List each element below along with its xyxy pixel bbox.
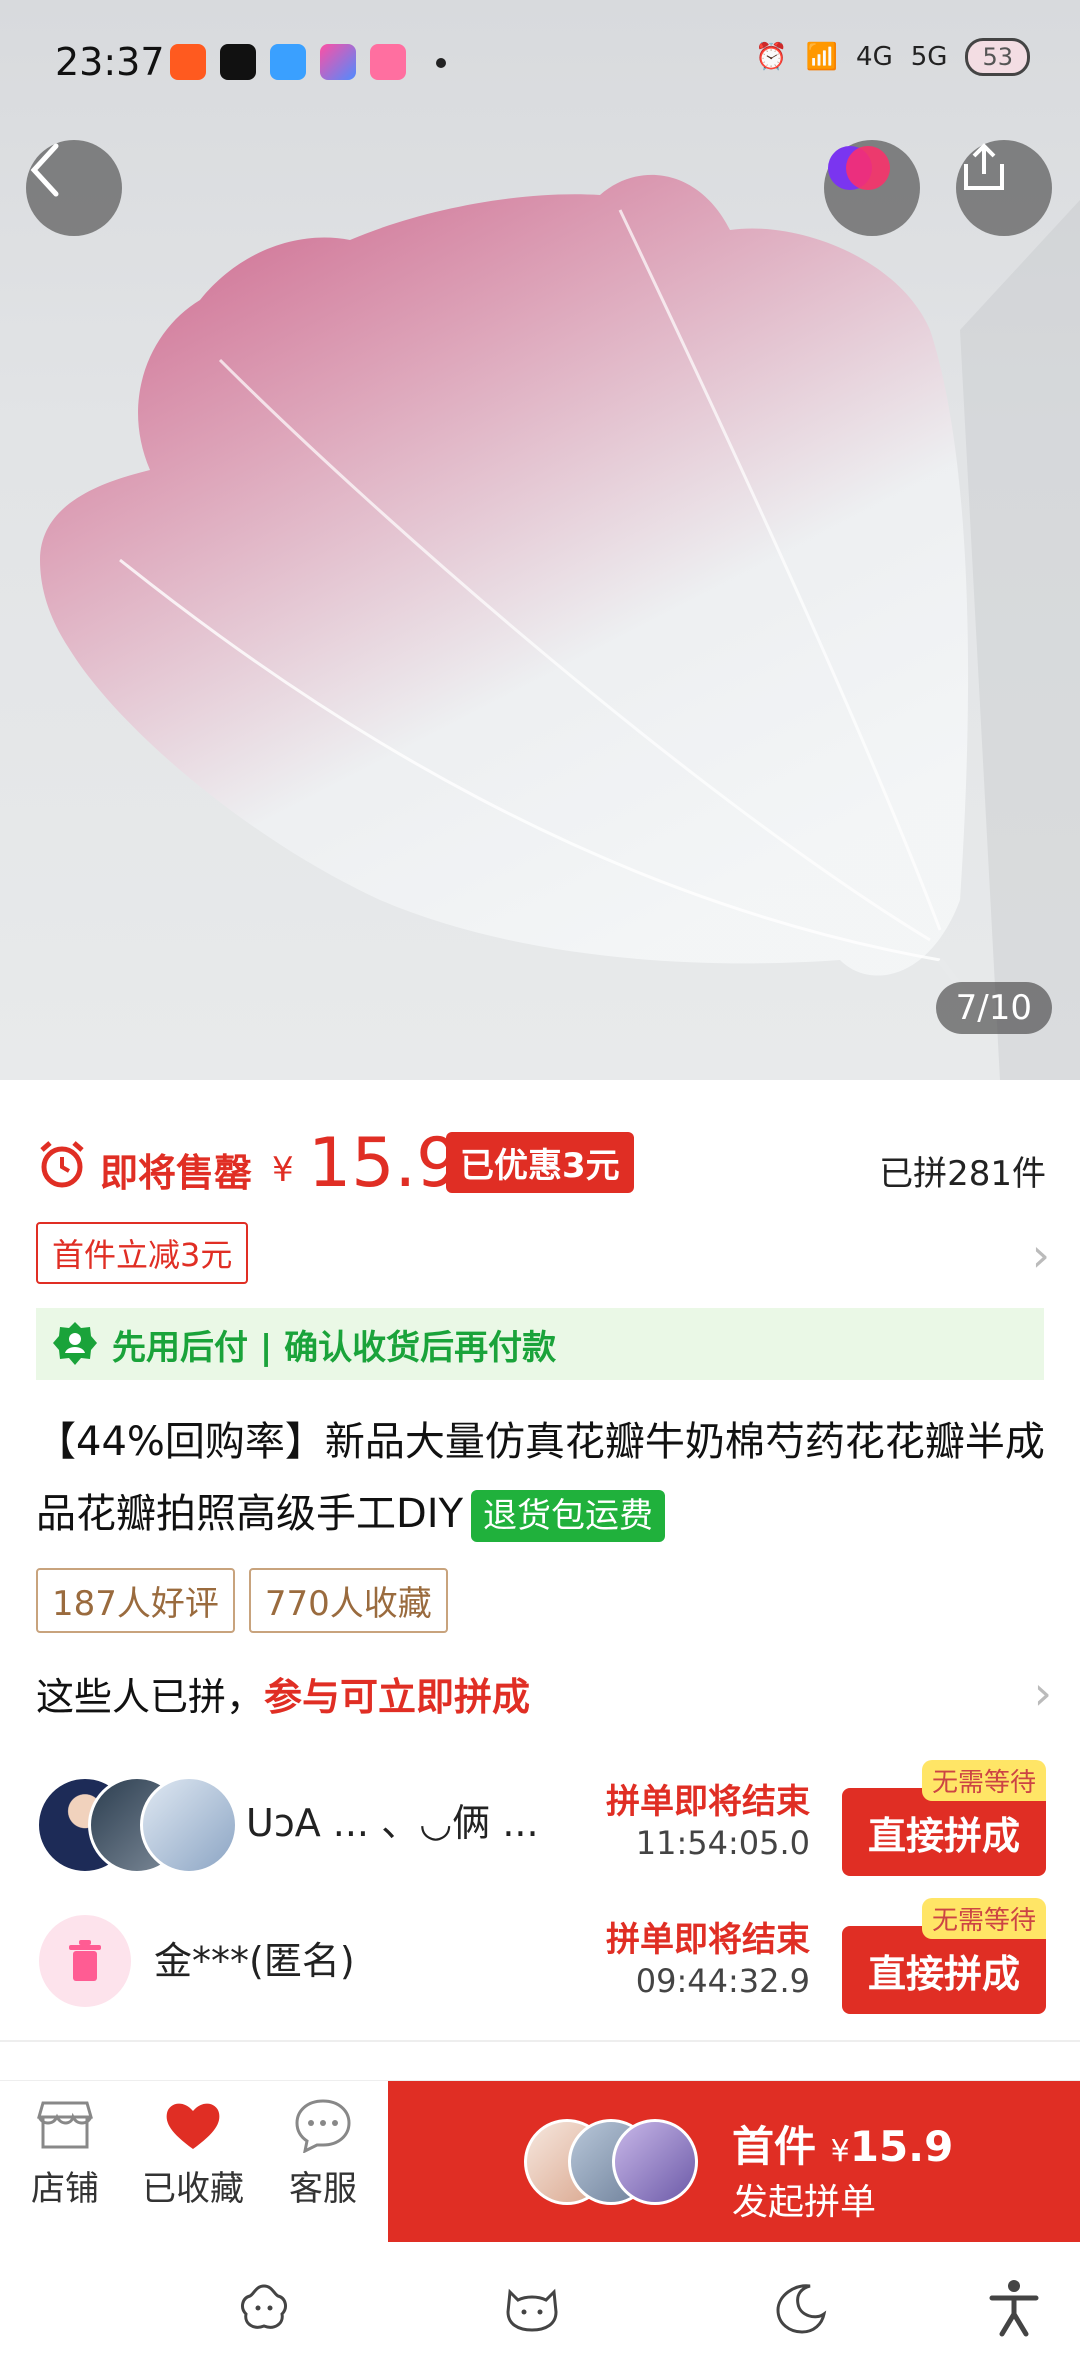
clock: 23:37	[55, 40, 165, 84]
bilibili-icon	[370, 44, 406, 80]
browser-icon	[270, 44, 306, 80]
sell-out-soon-label: 即将售罄	[100, 1151, 253, 1195]
no-wait-badge: 无需等待	[921, 1898, 1046, 1939]
back-chevron-icon	[30, 143, 59, 197]
trash-avatar-icon	[69, 1940, 101, 1981]
first-item-discount-tag[interactable]: 首件立减3元	[36, 1222, 249, 1284]
favorite-button[interactable]: 已收藏	[128, 2097, 258, 2210]
no-wait-badge: 无需等待	[921, 1760, 1046, 1801]
join-group-button[interactable]: 直接拼成	[842, 1788, 1046, 1876]
group-ending-label: 拼单即将结束	[606, 1782, 810, 1822]
price-amount: 15.9	[308, 1124, 460, 1203]
group-buy-row: UↄA ... 、◡俩 ... 拼单即将结束 11:54:05.0 直接拼成 无…	[36, 1760, 1046, 1876]
product-image[interactable]: 7/10	[0, 0, 1080, 1080]
petal-illustration	[40, 174, 1080, 1080]
moon-clock-icon[interactable]	[770, 2278, 830, 2338]
price-row: 即将售罄 ¥ 15.9 已优惠3元 已拼281件	[36, 1124, 1046, 1203]
group-countdown: 11:54:05.0	[635, 1824, 810, 1862]
cta-action-label: 发起拼单	[732, 2182, 877, 2223]
alarm-status-icon: ⏰	[755, 42, 788, 72]
pay-later-banner[interactable]: 先用后付 | 确认收货后再付款	[36, 1308, 1044, 1380]
more-dot-icon	[436, 58, 446, 68]
chevron-right-icon[interactable]: ›	[1032, 1228, 1050, 1282]
product-stats: 187人好评 770人收藏	[36, 1568, 448, 1633]
discount-badge: 已优惠3元	[446, 1132, 634, 1193]
group-buy-row: 金***(匿名) 拼单即将结束 09:44:32.9 直接拼成 无需等待	[36, 1898, 1046, 2014]
flower-face-icon[interactable]	[234, 2278, 294, 2338]
group-countdown: 09:44:32.9	[635, 1962, 810, 2000]
wifi-icon: 📶	[805, 42, 839, 72]
avatar	[36, 1912, 134, 2010]
group-member-names: 金***(匿名)	[154, 1939, 355, 1983]
pay-later-text: 先用后付 | 确认收货后再付款	[112, 1327, 557, 1368]
chat-bubble-icon	[295, 2099, 351, 2154]
store-label: 店铺	[31, 2169, 99, 2209]
group-header-prefix: 这些人已拼，	[36, 1675, 265, 1719]
app-notification-icon	[170, 44, 206, 80]
share-icon	[964, 143, 1004, 190]
tiktok-icon	[220, 44, 256, 80]
bottom-action-bar: 店铺 已收藏 客服 首件 ¥15.9 发起拼单	[0, 2080, 1080, 2243]
group-buy-header[interactable]: 这些人已拼，参与可立即拼成 ›	[36, 1666, 1052, 1726]
network-4g: 4G	[856, 42, 893, 72]
cta-price-line: 首件 ¥15.9	[732, 2113, 953, 2174]
good-reviews-stat[interactable]: 187人好评	[36, 1568, 235, 1633]
customer-service-button[interactable]: 客服	[258, 2097, 388, 2210]
group-member-names: UↄA ... 、◡俩 ...	[246, 1801, 539, 1845]
battery-indicator: 53	[965, 38, 1030, 76]
start-group-buy-button[interactable]: 首件 ¥15.9 发起拼单	[388, 2081, 1080, 2243]
back-button[interactable]	[26, 140, 122, 236]
compare-button[interactable]	[824, 140, 920, 236]
service-label: 客服	[289, 2169, 357, 2209]
group-header-highlight: 参与可立即拼成	[264, 1675, 531, 1719]
heart-icon	[166, 2103, 220, 2149]
favorited-label: 已收藏	[142, 2169, 244, 2209]
share-button[interactable]	[956, 140, 1052, 236]
cta-currency: ¥	[830, 2134, 850, 2169]
divider	[0, 2040, 1080, 2042]
cat-face-icon[interactable]	[502, 2278, 562, 2338]
favorites-stat[interactable]: 770人收藏	[248, 1568, 448, 1633]
avatar	[140, 1776, 238, 1874]
system-indicators: ⏰ 📶 4G 5G 53	[755, 38, 1030, 76]
product-title: 【44%回购率】新品大量仿真花瓣牛奶棉芍药花花瓣半成品花瓣拍照高级手工DIY 退货…	[36, 1406, 1046, 1550]
overlap-circles-icon	[828, 146, 890, 190]
join-group-button[interactable]: 直接拼成	[842, 1926, 1046, 2014]
free-return-shipping-badge: 退货包运费	[471, 1490, 666, 1542]
cta-first-item-label: 首件	[732, 2122, 817, 2171]
alarm-clock-icon	[40, 1141, 84, 1188]
currency-symbol: ¥	[272, 1150, 294, 1190]
sold-count: 已拼281件	[879, 1154, 1046, 1194]
network-5g: 5G	[910, 42, 948, 72]
image-counter: 7/10	[935, 982, 1052, 1034]
avatar	[612, 2119, 698, 2205]
status-bar: 23:37 ⏰ 📶 4G 5G 53	[0, 0, 1080, 130]
accessibility-icon[interactable]	[986, 2278, 1042, 2338]
cta-price: 15.9	[849, 2122, 954, 2171]
chevron-right-icon[interactable]: ›	[1034, 1666, 1052, 1720]
gallery-icon	[320, 44, 356, 80]
group-ending-label: 拼单即将结束	[606, 1920, 810, 1960]
store-button[interactable]: 店铺	[0, 2097, 130, 2210]
badge-check-icon	[53, 1322, 97, 1365]
notification-icons	[170, 44, 446, 80]
system-navigation-bar	[0, 2242, 1080, 2376]
store-icon	[37, 2101, 93, 2149]
